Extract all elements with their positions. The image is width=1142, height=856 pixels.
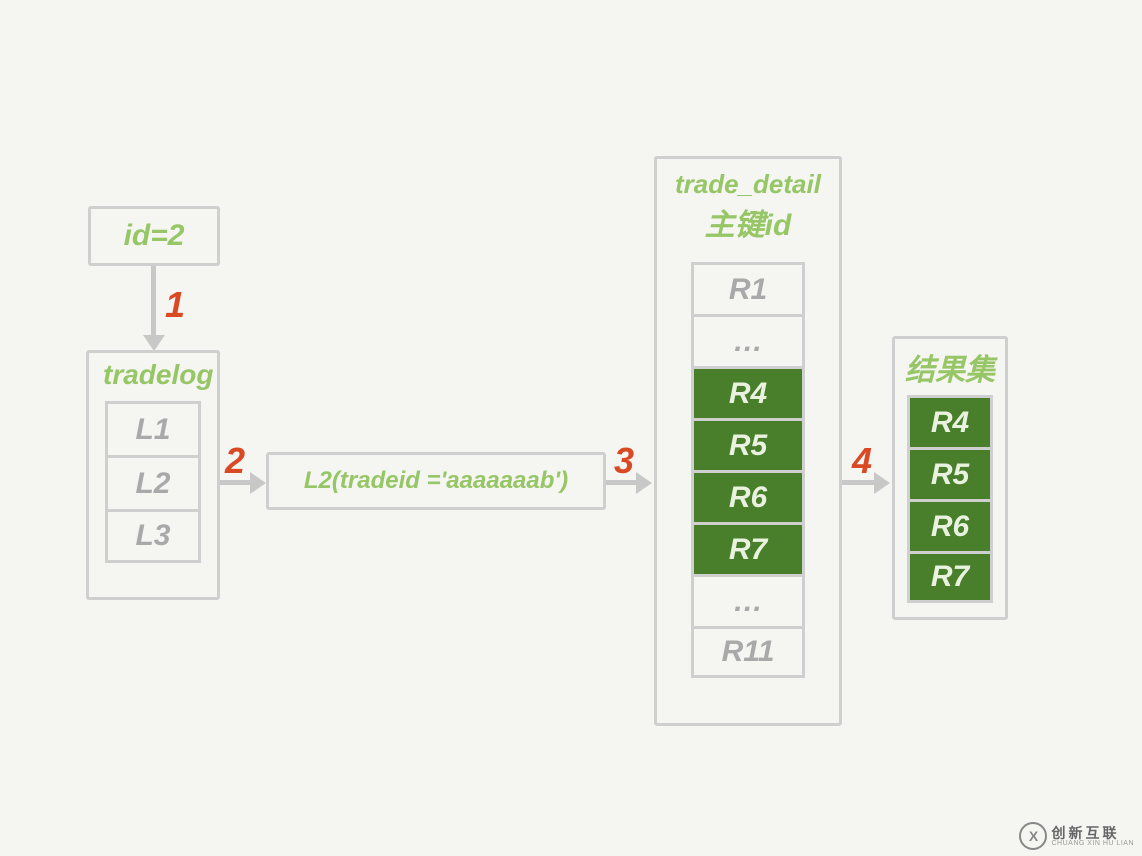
trade-detail-row: R1 xyxy=(691,262,805,314)
trade-detail-row: R4 xyxy=(691,366,805,418)
watermark: X 创新互联 CHUANG XIN HU LIAN xyxy=(1019,822,1134,850)
result-row: R6 xyxy=(907,499,993,551)
arrow-4-head xyxy=(874,472,890,494)
arrow-3-head xyxy=(636,472,652,494)
trade-detail-row: R11 xyxy=(691,626,805,678)
arrow-1-head xyxy=(143,335,165,351)
result-title: 结果集 xyxy=(903,345,997,389)
trade-detail-row: … xyxy=(691,574,805,626)
tradelog-title: tradelog xyxy=(99,359,207,391)
id-box-label: id=2 xyxy=(124,219,185,253)
tradelog-row: L3 xyxy=(105,509,201,563)
tradelog-box: tradelog L1 L2 L3 xyxy=(86,350,220,600)
trade-detail-row: R7 xyxy=(691,522,805,574)
tradelog-row: L2 xyxy=(105,455,201,509)
watermark-en: CHUANG XIN HU LIAN xyxy=(1051,840,1134,847)
step-2: 2 xyxy=(225,440,245,482)
tradelog-rows: L1 L2 L3 xyxy=(105,401,201,563)
watermark-cn: 创新互联 xyxy=(1051,826,1134,840)
result-row: R7 xyxy=(907,551,993,603)
arrow-1-line xyxy=(151,266,156,338)
trade-detail-row: R5 xyxy=(691,418,805,470)
watermark-icon: X xyxy=(1019,822,1047,850)
trade-detail-row: … xyxy=(691,314,805,366)
step-3: 3 xyxy=(614,440,634,482)
watermark-text: 创新互联 CHUANG XIN HU LIAN xyxy=(1051,826,1134,847)
tradelog-row: L1 xyxy=(105,401,201,455)
arrow-2-head xyxy=(250,472,266,494)
trade-detail-title1: trade_detail xyxy=(669,169,827,200)
trade-detail-title2: 主键id xyxy=(669,200,827,244)
trade-detail-row: R6 xyxy=(691,470,805,522)
id-box: id=2 xyxy=(88,206,220,266)
step-1: 1 xyxy=(165,284,185,326)
result-row: R4 xyxy=(907,395,993,447)
trade-detail-box: trade_detail 主键id R1 … R4 R5 R6 R7 … R11 xyxy=(654,156,842,726)
diagram-canvas: id=2 1 tradelog L1 L2 L3 2 L2(tradeid ='… xyxy=(0,0,1142,856)
result-box: 结果集 R4 R5 R6 R7 xyxy=(892,336,1008,620)
step-4: 4 xyxy=(852,440,872,482)
result-rows: R4 R5 R6 R7 xyxy=(907,395,993,603)
result-row: R5 xyxy=(907,447,993,499)
trade-detail-rows: R1 … R4 R5 R6 R7 … R11 xyxy=(691,262,805,678)
lookup-text: L2(tradeid ='aaaaaaab') xyxy=(304,467,568,495)
lookup-box: L2(tradeid ='aaaaaaab') xyxy=(266,452,606,510)
